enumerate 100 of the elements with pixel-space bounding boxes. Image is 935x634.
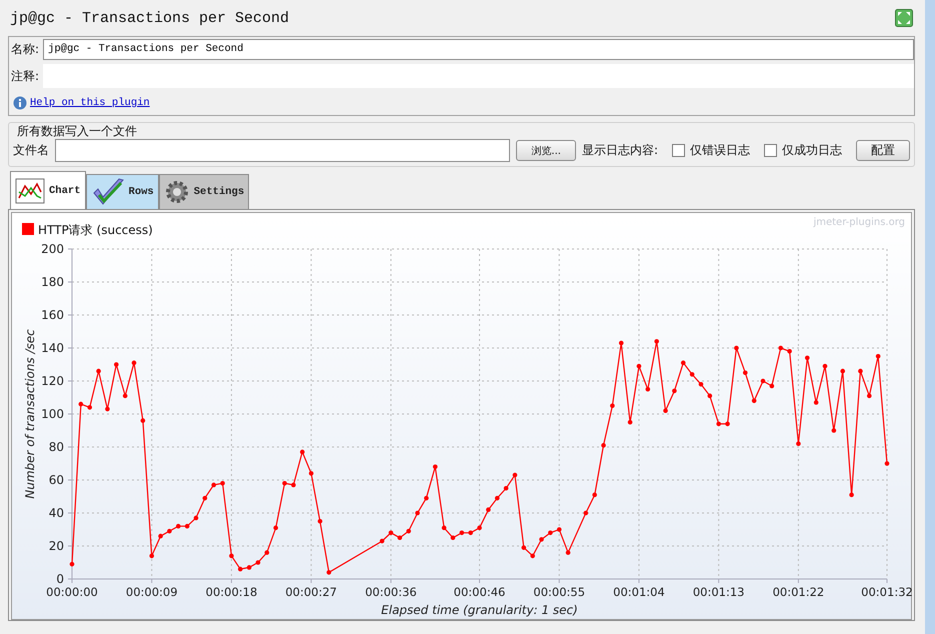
data-point [380, 538, 384, 544]
checkmark-icon [90, 177, 125, 207]
data-point [752, 398, 756, 404]
data-point [787, 349, 792, 354]
tab[interactable]: Settings [158, 174, 250, 209]
data-point [646, 386, 650, 392]
tab[interactable]: Chart [10, 171, 86, 209]
data-point [663, 408, 668, 413]
x-axis-title: Elapsed time (granularity: 1 sec) [381, 603, 578, 617]
name-label: 名称: [11, 40, 40, 58]
data-point [415, 510, 420, 516]
x-tick-label: 00:00:46 [454, 585, 506, 599]
checkbox[interactable] [672, 144, 685, 157]
data-point [176, 524, 181, 528]
x-tick-label: 00:00:55 [533, 585, 586, 599]
filename-label: 文件名 [13, 142, 49, 159]
data-point [796, 441, 801, 446]
window-title: jp@gc - Transactions per Second [10, 10, 290, 26]
data-point [184, 524, 190, 528]
log-label: 显示日志内容: [582, 142, 658, 159]
data-point [778, 346, 783, 350]
data-point [149, 554, 154, 558]
y-tick-label: 60 [48, 473, 64, 487]
y-tick-label: 180 [41, 275, 64, 289]
data-point [87, 405, 92, 410]
checkbox[interactable] [764, 144, 777, 157]
browse-button[interactable]: 浏览... [516, 140, 576, 161]
data-point [122, 394, 128, 398]
data-point [468, 530, 473, 536]
data-point [494, 496, 500, 500]
y-axis-title: Number of transactions /sec [23, 329, 37, 499]
gear-icon [164, 179, 190, 205]
data-point [849, 492, 854, 498]
data-point [450, 535, 456, 540]
y-tick-label: 20 [48, 539, 64, 553]
y-tick-label: 120 [41, 374, 64, 388]
data-point [300, 450, 305, 454]
data-point [70, 562, 74, 566]
data-point [432, 464, 438, 470]
y-tick-label: 80 [48, 440, 64, 454]
data-point [406, 528, 411, 534]
data-point [636, 364, 642, 368]
help-link[interactable]: Help on this plugin [30, 97, 150, 109]
data-point [318, 518, 322, 524]
data-point [672, 388, 677, 394]
x-tick-label: 00:01:22 [772, 585, 824, 599]
x-tick-label: 00:00:09 [126, 585, 178, 599]
data-point [708, 394, 712, 398]
filename-input[interactable] [55, 139, 510, 162]
data-point [725, 422, 730, 426]
data-point [158, 534, 163, 538]
section-title: 所有数据写入一个文件 [16, 123, 138, 139]
tab[interactable]: Rows [86, 174, 159, 209]
data-point [584, 510, 588, 516]
data-point [832, 428, 836, 433]
data-point [522, 545, 526, 550]
data-point [610, 403, 615, 408]
y-tick-label: 100 [41, 407, 64, 421]
data-point [601, 443, 606, 448]
data-point [680, 360, 686, 366]
info-icon [13, 96, 27, 110]
data-point [140, 418, 146, 423]
y-tick-label: 0 [56, 572, 64, 586]
data-point [202, 496, 208, 500]
y-tick-label: 200 [41, 242, 64, 256]
expand-icon[interactable] [895, 9, 913, 27]
data-point [566, 550, 570, 555]
comment-input[interactable] [43, 64, 914, 88]
data-point [78, 402, 84, 406]
x-tick-label: 00:01:13 [692, 585, 745, 599]
y-tick-label: 140 [41, 341, 64, 355]
data-point [308, 471, 314, 476]
data-point [628, 420, 632, 425]
data-point [742, 370, 748, 376]
data-point [884, 461, 890, 466]
data-point [388, 530, 394, 536]
data-point [804, 356, 810, 360]
x-tick-label: 00:00:36 [365, 585, 417, 599]
data-point [424, 496, 429, 500]
data-point [397, 535, 402, 540]
data-point [459, 530, 464, 536]
data-point [273, 526, 278, 530]
data-point [814, 400, 818, 405]
data-point [512, 472, 518, 478]
data-point [822, 364, 828, 368]
data-point [194, 516, 198, 520]
data-point [211, 482, 216, 488]
data-point [477, 526, 482, 530]
data-point [716, 422, 721, 426]
data-point [264, 550, 270, 555]
data-point [539, 537, 544, 542]
data-point [654, 339, 659, 344]
name-input[interactable]: jp@gc - Transactions per Second [43, 38, 914, 60]
x-tick-label: 00:01:32 [861, 585, 913, 599]
data-point [105, 406, 110, 412]
data-point [238, 566, 243, 572]
config-button[interactable]: 配置 [856, 140, 910, 161]
data-point [326, 570, 332, 575]
data-point [504, 486, 508, 491]
data-point [256, 560, 260, 565]
